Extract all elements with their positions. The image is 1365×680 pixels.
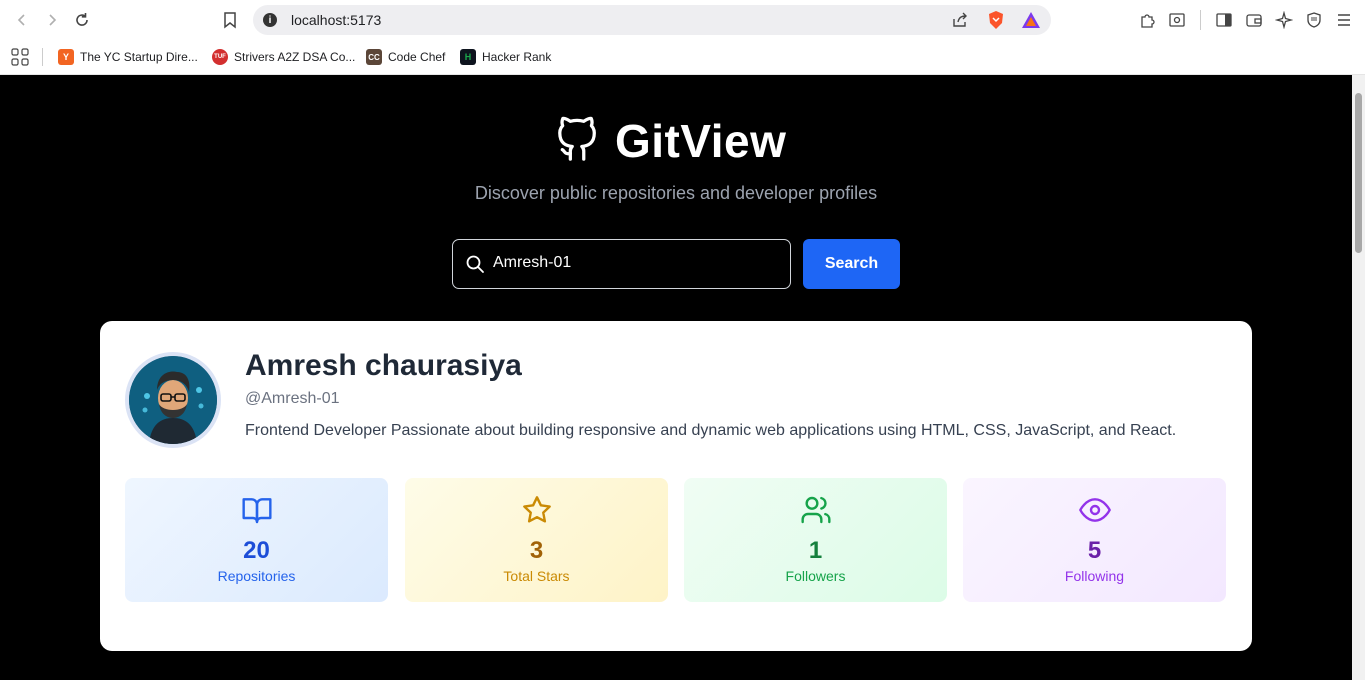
brave-shield-icon[interactable] xyxy=(987,10,1005,35)
reader-icon[interactable] xyxy=(1167,10,1187,30)
bookmark-yc[interactable]: Y The YC Startup Dire... xyxy=(58,47,198,67)
profile-name: Amresh chaurasiya xyxy=(245,349,522,382)
bookmark-label: Hacker Rank xyxy=(482,50,552,64)
avatar[interactable] xyxy=(125,352,221,448)
url-text: localhost:5173 xyxy=(291,12,382,28)
site-info-icon[interactable]: i xyxy=(263,13,277,27)
app-title: GitView xyxy=(615,114,787,167)
tuf-favicon-icon: TUF xyxy=(212,49,228,65)
bookmark-strivers[interactable]: TUF Strivers A2Z DSA Co... xyxy=(212,47,355,67)
brand: GitView xyxy=(555,113,786,168)
eye-icon xyxy=(963,494,1226,526)
address-bar[interactable]: i localhost:5173 xyxy=(253,5,1051,35)
page: GitView Discover public repositories and… xyxy=(0,75,1352,680)
stat-value: 20 xyxy=(243,537,270,564)
stat-label: Repositories xyxy=(217,568,296,584)
extensions-icon[interactable] xyxy=(1137,10,1157,30)
search-icon xyxy=(465,254,485,279)
browser-toolbar: i localhost:5173 xyxy=(0,0,1365,40)
star-icon xyxy=(405,494,668,526)
codechef-favicon-icon: CC xyxy=(366,49,382,65)
stat-following: 5 Following xyxy=(963,478,1226,602)
sidebar-icon[interactable] xyxy=(1214,10,1234,30)
hackerrank-favicon-icon: H xyxy=(460,49,476,65)
back-icon[interactable] xyxy=(12,10,32,30)
stat-repositories: 20 Repositories xyxy=(125,478,388,602)
profile-handle[interactable]: @Amresh-01 xyxy=(245,390,340,408)
profile-card: Amresh chaurasiya @Amresh-01 Frontend De… xyxy=(100,321,1252,651)
toolbar-divider xyxy=(1200,10,1201,30)
stat-value: 3 xyxy=(529,537,544,564)
stat-label: Total Stars xyxy=(503,568,570,584)
brave-rewards-icon[interactable] xyxy=(1021,11,1041,34)
search-field[interactable] xyxy=(452,239,791,289)
bookmark-hackerrank[interactable]: H Hacker Rank xyxy=(460,47,551,67)
wallet-icon[interactable] xyxy=(1244,10,1264,30)
stat-followers: 1 Followers xyxy=(684,478,947,602)
bookmark-label: Code Chef xyxy=(388,50,446,64)
page-scrollbar[interactable] xyxy=(1352,75,1365,680)
search-input[interactable] xyxy=(493,254,773,272)
forward-icon[interactable] xyxy=(42,10,62,30)
stat-label: Following xyxy=(1064,568,1125,584)
stat-total-stars: 3 Total Stars xyxy=(405,478,668,602)
stat-value: 5 xyxy=(1087,537,1102,564)
yc-favicon-icon: Y xyxy=(58,49,74,65)
users-icon xyxy=(684,494,947,526)
bookmark-label: The YC Startup Dire... xyxy=(80,50,198,64)
app-subtitle: Discover public repositories and develop… xyxy=(474,183,878,203)
vpn-shield-icon[interactable] xyxy=(1304,10,1324,30)
bookmark-label: Strivers A2Z DSA Co... xyxy=(234,50,356,64)
bookmarks-bar: Y The YC Startup Dire... TUF Strivers A2… xyxy=(0,40,1365,74)
book-open-icon xyxy=(125,494,388,526)
stat-label: Followers xyxy=(785,568,846,584)
profile-bio: Frontend Developer Passionate about buil… xyxy=(245,422,1177,439)
browser-chrome: i localhost:5173 Y The YC Startup Dire..… xyxy=(0,0,1365,75)
apps-grid-icon[interactable] xyxy=(11,48,29,71)
bookmarks-divider xyxy=(42,48,43,66)
menu-icon[interactable] xyxy=(1334,10,1354,30)
bookmark-codechef[interactable]: CC Code Chef xyxy=(366,47,445,67)
search-button[interactable]: Search xyxy=(803,239,900,289)
scrollbar-thumb[interactable] xyxy=(1355,93,1362,253)
stat-value: 1 xyxy=(808,537,823,564)
leo-ai-icon[interactable] xyxy=(1274,10,1294,30)
github-icon xyxy=(555,113,601,168)
share-icon[interactable] xyxy=(951,11,969,34)
bookmark-icon[interactable] xyxy=(220,10,240,30)
reload-icon[interactable] xyxy=(72,10,92,30)
